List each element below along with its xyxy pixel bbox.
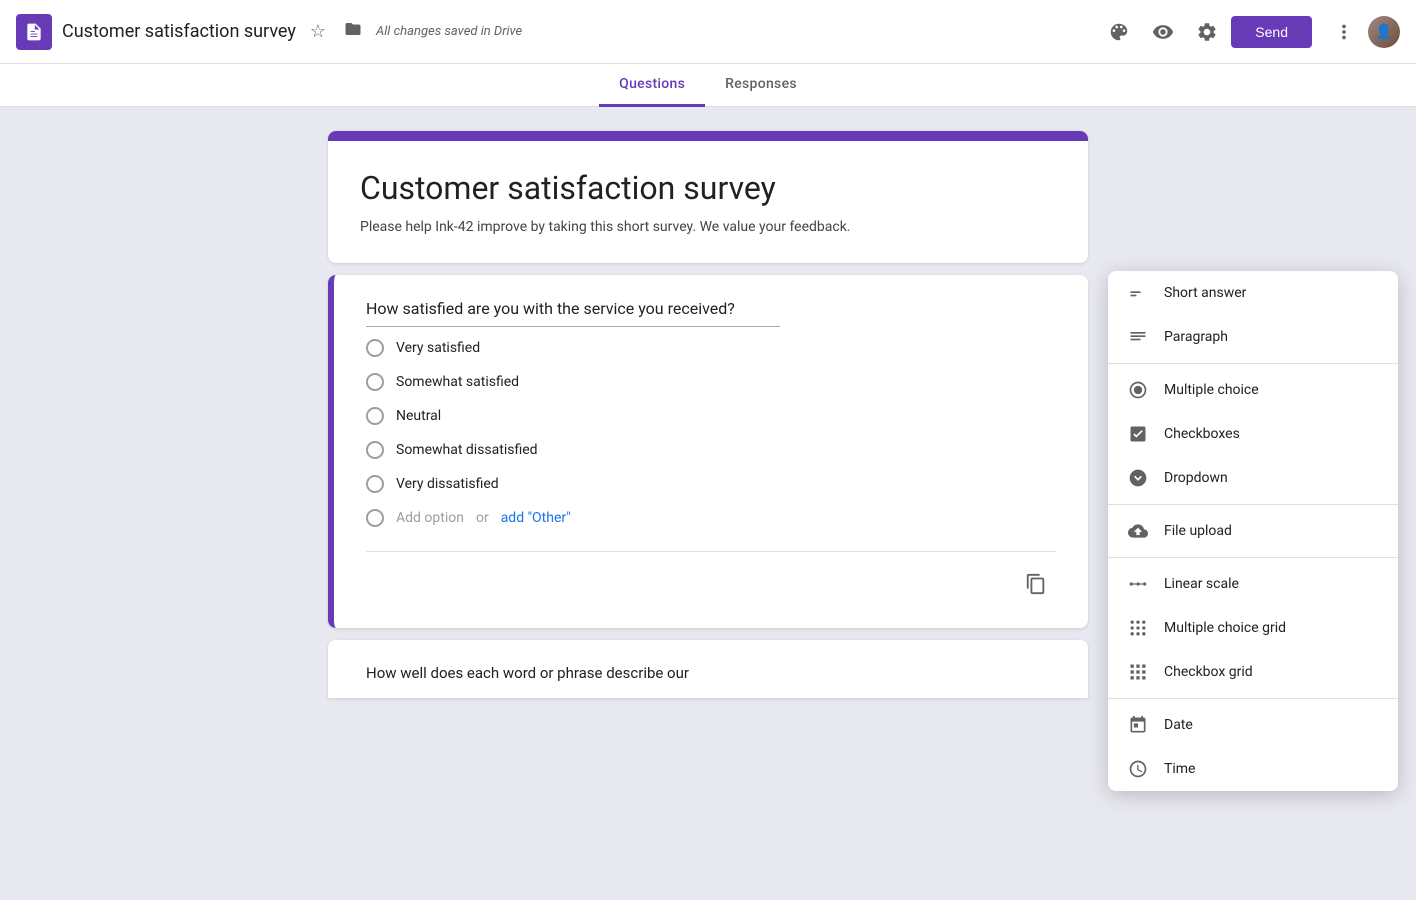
question-2-text: How well does each word or phrase descri… [366,664,1056,682]
duplicate-button[interactable] [1016,564,1056,604]
menu-label-time: Time [1164,761,1195,777]
question-card-2: How well does each word or phrase descri… [328,640,1088,698]
menu-label-dropdown: Dropdown [1164,470,1228,486]
settings-button[interactable] [1187,12,1227,52]
file-upload-icon [1128,521,1148,541]
menu-label-date: Date [1164,717,1193,733]
divider-3 [1108,557,1398,558]
question-type-dropdown: Short answer Paragraph Multiple choice [1108,271,1398,791]
form-header-title: Customer satisfaction survey [360,169,1056,207]
header-icons: Send 👤 [1099,12,1400,52]
preview-button[interactable] [1143,12,1183,52]
option-very-satisfied: Very satisfied [366,331,1056,365]
tab-questions[interactable]: Questions [599,64,705,107]
header: Customer satisfaction survey ☆ All chang… [0,0,1416,64]
option-very-dissatisfied: Very dissatisfied [366,467,1056,501]
form-container: Customer satisfaction survey Please help… [328,131,1088,698]
menu-label-checkbox-grid: Checkbox grid [1164,664,1253,680]
menu-item-linear-scale[interactable]: Linear scale [1108,562,1398,606]
menu-label-linear-scale: Linear scale [1164,576,1239,592]
menu-item-date[interactable]: Date [1108,703,1398,747]
radio-somewhat-dissatisfied[interactable] [366,441,384,459]
menu-item-time[interactable]: Time [1108,747,1398,791]
radio-somewhat-satisfied[interactable] [366,373,384,391]
paragraph-icon [1128,327,1148,347]
or-label: or [476,510,489,526]
option-somewhat-dissatisfied: Somewhat dissatisfied [366,433,1056,467]
option-very-dissatisfied-label: Very dissatisfied [396,476,499,492]
multiple-choice-icon [1128,380,1148,400]
dropdown-icon [1128,468,1148,488]
menu-item-paragraph[interactable]: Paragraph [1108,315,1398,359]
option-neutral-label: Neutral [396,408,441,424]
radio-very-dissatisfied[interactable] [366,475,384,493]
menu-item-checkbox-grid[interactable]: Checkbox grid [1108,650,1398,694]
option-somewhat-satisfied-label: Somewhat satisfied [396,374,519,390]
radio-neutral[interactable] [366,407,384,425]
add-other-link[interactable]: add "Other" [501,510,571,526]
tab-bar: Questions Responses [0,64,1416,107]
tab-responses[interactable]: Responses [705,64,817,107]
saved-status: All changes saved in Drive [376,24,522,39]
menu-label-multiple-choice-grid: Multiple choice grid [1164,620,1286,636]
radio-very-satisfied[interactable] [366,339,384,357]
add-option-label[interactable]: Add option [396,510,464,526]
divider-2 [1108,504,1398,505]
option-somewhat-satisfied: Somewhat satisfied [366,365,1056,399]
date-icon [1128,715,1148,735]
user-avatar[interactable]: 👤 [1368,16,1400,48]
menu-label-multiple-choice: Multiple choice [1164,382,1259,398]
menu-label-file-upload: File upload [1164,523,1232,539]
menu-item-dropdown[interactable]: Dropdown [1108,456,1398,500]
menu-item-file-upload[interactable]: File upload [1108,509,1398,553]
option-somewhat-dissatisfied-label: Somewhat dissatisfied [396,442,538,458]
main-content: Customer satisfaction survey Please help… [0,107,1416,894]
question-1-text[interactable]: How satisfied are you with the service y… [366,299,780,327]
star-icon[interactable]: ☆ [306,17,330,46]
add-option-row: Add option or add "Other" [366,501,1056,535]
menu-item-checkboxes[interactable]: Checkboxes [1108,412,1398,456]
radio-add-option [366,509,384,527]
linear-scale-icon [1128,574,1148,594]
form-description: Please help Ink-42 improve by taking thi… [360,219,1056,235]
short-answer-icon [1128,283,1148,303]
card-footer [366,551,1056,604]
more-options-button[interactable] [1324,12,1364,52]
question-card-1: How satisfied are you with the service y… [328,275,1088,628]
menu-item-short-answer[interactable]: Short answer [1108,271,1398,315]
option-neutral: Neutral [366,399,1056,433]
avatar-image: 👤 [1368,16,1400,48]
checkboxes-icon [1128,424,1148,444]
folder-icon[interactable] [340,16,366,47]
header-left: Customer satisfaction survey ☆ All chang… [16,14,1099,50]
menu-item-multiple-choice-grid[interactable]: Multiple choice grid [1108,606,1398,650]
send-button[interactable]: Send [1231,16,1312,48]
form-header-card: Customer satisfaction survey Please help… [328,131,1088,263]
menu-label-paragraph: Paragraph [1164,329,1228,345]
menu-label-checkboxes: Checkboxes [1164,426,1240,442]
time-icon [1128,759,1148,779]
checkbox-grid-icon [1128,662,1148,682]
multiple-choice-grid-icon [1128,618,1148,638]
palette-button[interactable] [1099,12,1139,52]
option-very-satisfied-label: Very satisfied [396,340,480,356]
divider-4 [1108,698,1398,699]
menu-item-multiple-choice[interactable]: Multiple choice [1108,368,1398,412]
divider-1 [1108,363,1398,364]
app-icon [16,14,52,50]
menu-label-short-answer: Short answer [1164,285,1246,301]
form-title: Customer satisfaction survey [62,21,296,42]
